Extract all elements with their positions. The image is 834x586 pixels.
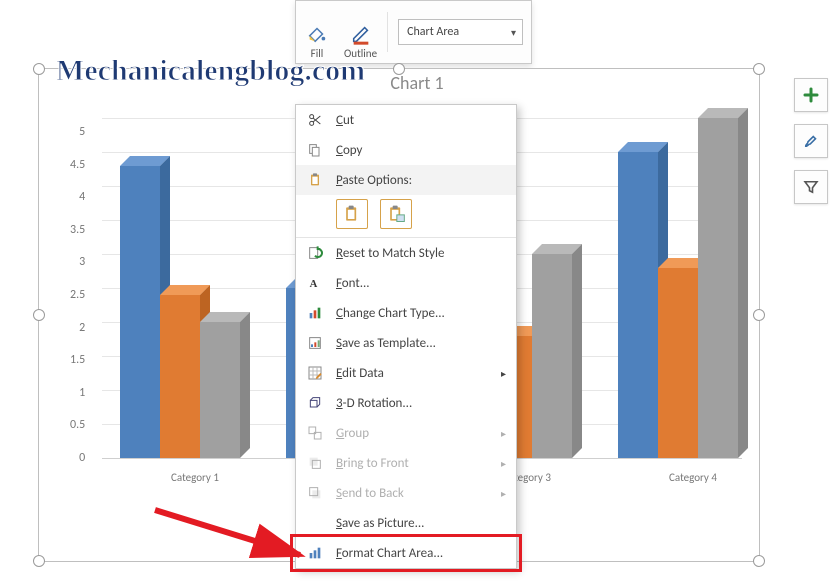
svg-text:A: A	[310, 279, 318, 290]
separator	[387, 12, 388, 52]
menu-item-save-pic[interactable]: Save as Picture...	[296, 508, 516, 538]
menu-item-save-template[interactable]: Save as Template...	[296, 328, 516, 358]
paste-options-gallery	[296, 195, 516, 237]
y-tick-label: 2.5	[70, 288, 85, 302]
category-label: Category 1	[171, 471, 219, 484]
bar-series-1[interactable]	[120, 166, 160, 458]
resize-handle[interactable]	[753, 555, 765, 567]
menu-item-label: 3-D Rotation...	[336, 396, 506, 411]
menu-item-label: Paste Options:	[336, 173, 506, 188]
clipboard-icon	[386, 204, 406, 224]
menu-item-cut[interactable]: Cut	[296, 105, 516, 135]
menu-item-paste-options[interactable]: Paste Options:	[296, 165, 516, 195]
menu-item-label: Edit Data	[336, 366, 501, 381]
reset-style-icon	[304, 244, 326, 262]
watermark-text: Mechanicalengblog.com	[56, 56, 365, 86]
paste-option-button[interactable]	[380, 199, 412, 229]
bar-series-2[interactable]	[160, 295, 200, 458]
bar-series-3[interactable]	[200, 322, 240, 458]
menu-item-label: Send to Back	[336, 486, 501, 501]
menu-item-font[interactable]: A Font...	[296, 268, 516, 298]
none-icon	[304, 514, 326, 532]
menu-item-copy[interactable]: Copy	[296, 135, 516, 165]
letter-a-icon: A	[304, 274, 326, 292]
bar-series-3[interactable]	[532, 254, 572, 458]
chevron-down-icon: ▾	[511, 26, 516, 39]
chart-type-icon	[304, 304, 326, 322]
send-back-icon	[304, 484, 326, 502]
pencil-icon	[350, 23, 372, 45]
y-tick-label: 0	[79, 451, 85, 465]
menu-item-back: Send to Back▸	[296, 478, 516, 508]
clipboard-icon	[342, 204, 362, 224]
menu-item-label: Font...	[336, 276, 506, 291]
plus-icon	[802, 86, 820, 104]
bar-series-1[interactable]	[618, 152, 658, 458]
brush-icon	[802, 132, 820, 150]
menu-item-front: Bring to Front▸	[296, 448, 516, 478]
menu-item-label: Save as Template...	[336, 336, 506, 351]
resize-handle[interactable]	[33, 309, 45, 321]
menu-item-label: Reset to Match Style	[336, 246, 506, 261]
outline-button[interactable]: Outline	[338, 4, 383, 60]
chart-elements-button[interactable]	[794, 78, 828, 112]
y-tick-label: 1	[79, 386, 85, 400]
submenu-arrow-icon: ▸	[501, 427, 506, 440]
scissors-icon	[304, 111, 326, 129]
menu-item-edit-data[interactable]: Edit Data▸	[296, 358, 516, 388]
y-tick-label: 1.5	[70, 353, 85, 367]
menu-item-change-type[interactable]: Change Chart Type...	[296, 298, 516, 328]
menu-item-label: Save as Picture...	[336, 516, 506, 531]
menu-item-group: Group▸	[296, 418, 516, 448]
y-tick-label: 3.5	[70, 223, 85, 237]
rotate-3d-icon	[304, 394, 326, 412]
chart-element-selector[interactable]: Chart Area ▾	[398, 19, 523, 45]
context-menu: Cut Copy Paste Options: Reset to Match Styl…	[295, 104, 517, 569]
menu-item-reset[interactable]: Reset to Match Style	[296, 238, 516, 268]
menu-item-label: Group	[336, 426, 501, 441]
bar-series-2[interactable]	[658, 268, 698, 458]
format-chart-icon	[304, 544, 326, 562]
paint-bucket-icon	[306, 23, 328, 45]
menu-item-label: Format Chart Area...	[336, 546, 506, 561]
bar-group[interactable]: Category 4	[618, 118, 768, 458]
fill-button[interactable]: Fill	[300, 4, 334, 60]
menu-item-label: Change Chart Type...	[336, 306, 506, 321]
bar-group[interactable]: Category 1	[120, 166, 270, 458]
edit-data-icon	[304, 364, 326, 382]
copy-sheets-icon	[304, 141, 326, 159]
clipboard-icon	[304, 171, 326, 189]
y-axis-ticks: 54.543.532.521.510.50	[70, 118, 85, 458]
y-tick-label: 2	[79, 321, 85, 335]
funnel-icon	[802, 178, 820, 196]
y-tick-label: 3	[79, 255, 85, 269]
menu-item-rot3d[interactable]: 3-D Rotation...	[296, 388, 516, 418]
chart-filters-button[interactable]	[794, 170, 828, 204]
menu-item-format-area[interactable]: Format Chart Area...	[296, 538, 516, 568]
y-tick-label: 4	[79, 190, 85, 204]
y-tick-label: 4.5	[70, 158, 85, 172]
resize-handle[interactable]	[753, 63, 765, 75]
submenu-arrow-icon: ▸	[501, 487, 506, 500]
menu-item-label: Bring to Front	[336, 456, 501, 471]
y-tick-label: 5	[79, 125, 85, 139]
template-icon	[304, 334, 326, 352]
menu-item-label: Cut	[336, 113, 506, 128]
y-tick-label: 0.5	[70, 418, 85, 432]
chart-styles-button[interactable]	[794, 124, 828, 158]
resize-handle[interactable]	[33, 63, 45, 75]
category-label: Category 4	[669, 471, 717, 484]
selector-value: Chart Area	[407, 25, 459, 39]
resize-handle[interactable]	[33, 555, 45, 567]
submenu-arrow-icon: ▸	[501, 367, 506, 380]
chart-title[interactable]: Chart 1	[390, 72, 443, 94]
bring-front-icon	[304, 454, 326, 472]
paste-option-button[interactable]	[336, 199, 368, 229]
submenu-arrow-icon: ▸	[501, 457, 506, 470]
bar-series-3[interactable]	[698, 118, 738, 458]
menu-item-label: Copy	[336, 143, 506, 158]
group-icon	[304, 424, 326, 442]
